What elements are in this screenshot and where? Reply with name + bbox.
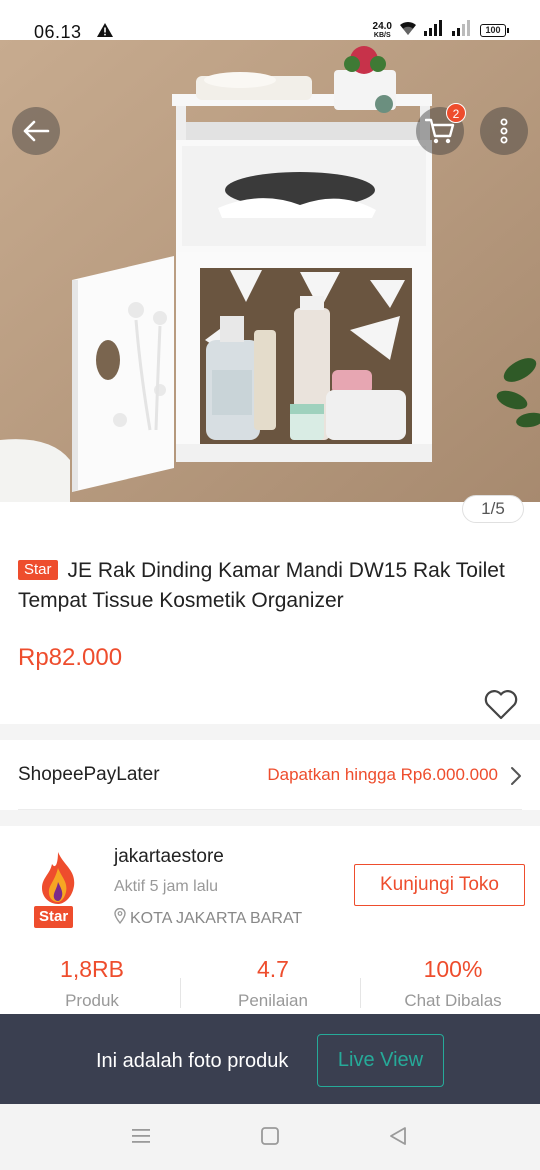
wifi-icon bbox=[398, 20, 418, 41]
shop-location-text: KOTA JAKARTA BARAT bbox=[130, 909, 303, 927]
paylater-row[interactable]: ShopeePayLater Dapatkan hingga Rp6.000.0… bbox=[0, 740, 540, 810]
back-button[interactable] bbox=[12, 107, 60, 155]
product-title: JE Rak Dinding Kamar Mandi DW15 Rak Toil… bbox=[18, 559, 505, 612]
stat-label: Produk bbox=[65, 991, 119, 1010]
paylater-label: ShopeePayLater bbox=[18, 764, 160, 785]
shop-location: KOTA JAKARTA BARAT bbox=[114, 907, 303, 929]
visit-shop-button[interactable]: Kunjungi Toko bbox=[354, 864, 525, 906]
section-divider-2 bbox=[0, 810, 540, 826]
shop-active-status: Aktif 5 jam lalu bbox=[114, 878, 219, 895]
menu-icon bbox=[131, 1128, 151, 1149]
location-pin-icon bbox=[114, 907, 126, 929]
cart-count-badge: 2 bbox=[446, 103, 466, 123]
stat-label: Penilaian bbox=[238, 991, 308, 1010]
cart-button[interactable]: 2 bbox=[416, 103, 466, 155]
stat-value: 1,8RB bbox=[60, 956, 124, 982]
flame-logo-icon bbox=[42, 852, 75, 904]
network-speed-value: 24.0 bbox=[372, 20, 392, 32]
favorite-button[interactable] bbox=[484, 690, 518, 722]
image-counter: 1/5 bbox=[462, 495, 524, 523]
stat-value: 4.7 bbox=[257, 956, 289, 982]
signal-icon bbox=[424, 20, 446, 41]
status-bar: 06.13 24.0 KB/S 100 bbox=[0, 0, 540, 42]
more-options-button[interactable] bbox=[480, 107, 528, 155]
photo-info-text: Ini adalah foto produk bbox=[96, 1050, 289, 1072]
home-square-icon bbox=[260, 1126, 280, 1151]
recent-apps-button[interactable] bbox=[127, 1124, 155, 1152]
shop-section: Star jakartaestore Aktif 5 jam lalu KOTA… bbox=[0, 826, 540, 1016]
live-view-button[interactable]: Live View bbox=[317, 1034, 444, 1087]
stat-value: 100% bbox=[423, 956, 483, 982]
battery-icon: 100 bbox=[480, 24, 509, 37]
back-triangle-icon bbox=[388, 1126, 408, 1151]
chevron-right-icon bbox=[510, 766, 522, 791]
stat-rating[interactable]: 4.7 Penilaian bbox=[183, 956, 363, 1011]
product-title-block: Star JE Rak Dinding Kamar Mandi DW15 Rak … bbox=[18, 556, 528, 616]
heart-icon bbox=[484, 690, 518, 724]
signal-icon-2 bbox=[452, 20, 474, 41]
more-vertical-icon bbox=[500, 118, 508, 144]
photo-info-bar: Ini adalah foto produk Live View bbox=[0, 1014, 540, 1104]
home-button[interactable] bbox=[256, 1124, 284, 1152]
system-nav-bar bbox=[0, 1104, 540, 1170]
stat-label: Chat Dibalas bbox=[404, 991, 502, 1010]
section-divider bbox=[0, 724, 540, 740]
back-nav-button[interactable] bbox=[384, 1124, 412, 1152]
star-seller-badge: Star bbox=[18, 560, 58, 580]
shop-star-badge: Star bbox=[34, 906, 74, 928]
back-arrow-icon bbox=[22, 119, 50, 143]
stat-products[interactable]: 1,8RB Produk bbox=[2, 956, 182, 1011]
product-price: Rp82.000 bbox=[18, 644, 123, 671]
network-speed-unit: KB/S bbox=[373, 31, 391, 39]
stat-divider bbox=[360, 978, 361, 1008]
shop-name[interactable]: jakartaestore bbox=[114, 846, 224, 868]
product-image[interactable]: 2 bbox=[0, 40, 540, 502]
paylater-offer: Dapatkan hingga Rp6.000.000 bbox=[267, 765, 498, 784]
status-icons: 24.0 KB/S 100 bbox=[372, 20, 509, 41]
network-speed: 24.0 KB/S bbox=[372, 20, 392, 40]
stat-chat-reply[interactable]: 100% Chat Dibalas bbox=[363, 956, 540, 1011]
stat-divider bbox=[180, 978, 181, 1008]
